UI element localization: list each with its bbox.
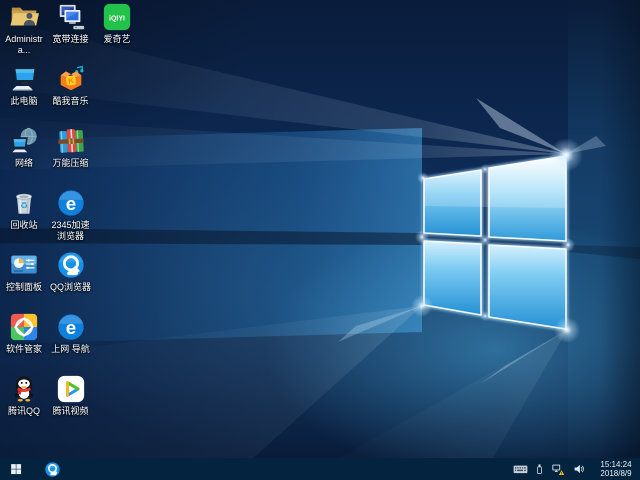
network-warning-icon bbox=[551, 463, 566, 476]
desktop-icon-kuwo-music[interactable]: K 酷我音乐 bbox=[48, 64, 94, 107]
volume-icon bbox=[573, 463, 586, 475]
desktop-icon-iqiyi[interactable]: iQIYI 爱奇艺 bbox=[94, 2, 140, 45]
icon-label: 万能压缩 bbox=[52, 158, 89, 168]
icon-label: 上网 导航 bbox=[51, 344, 90, 354]
blue-e-icon: e bbox=[56, 312, 86, 342]
compress-icon bbox=[56, 126, 86, 156]
software-manager-icon bbox=[9, 312, 39, 342]
desktop-icon-network[interactable]: 网络 bbox=[1, 126, 47, 169]
kuwo-k-text: K bbox=[67, 76, 74, 86]
desktop-icon-web-navigation[interactable]: e 上网 导航 bbox=[48, 312, 94, 355]
desktop-icon-administrator-folder[interactable]: Administra... bbox=[1, 2, 47, 55]
icon-label: 回收站 bbox=[10, 220, 38, 230]
icon-label: 软件管家 bbox=[5, 344, 42, 354]
icon-label: Administra... bbox=[5, 34, 43, 55]
start-button[interactable] bbox=[0, 458, 32, 480]
taskbar-pinned-qq-browser[interactable] bbox=[39, 458, 65, 480]
control-panel-icon bbox=[9, 250, 39, 280]
system-tray: 15:14:24 2018/8/9 bbox=[513, 458, 640, 480]
desktop-icon-broadband-connection[interactable]: 宽带连接 bbox=[48, 2, 94, 45]
tray-touch-keyboard[interactable] bbox=[513, 464, 528, 475]
browser-e-text: e bbox=[65, 317, 75, 338]
desktop-icon-2345-browser[interactable]: e 2345加速浏览器 bbox=[48, 188, 94, 241]
icon-label: 2345加速浏览器 bbox=[51, 220, 90, 241]
desktop-icon-control-panel[interactable]: 控制面板 bbox=[1, 250, 47, 293]
taskbar: 15:14:24 2018/8/9 bbox=[0, 458, 640, 480]
qq-penguin-icon bbox=[9, 374, 39, 404]
touch-keyboard-icon bbox=[513, 464, 528, 475]
tray-network-warning[interactable] bbox=[551, 463, 566, 476]
desktop-icon-this-pc[interactable]: 此电脑 bbox=[1, 64, 47, 107]
blue-e-icon: e bbox=[56, 188, 86, 218]
icon-label: 宽带连接 bbox=[52, 34, 89, 44]
tencent-video-icon bbox=[56, 374, 86, 404]
windows-logo-icon bbox=[11, 464, 22, 475]
desktop-icon-recycle-bin[interactable]: ♻ 回收站 bbox=[1, 188, 47, 231]
qq-browser-icon bbox=[56, 250, 86, 280]
this-pc-icon bbox=[9, 64, 39, 94]
desktop-icon-tencent-video[interactable]: 腾讯视频 bbox=[48, 374, 94, 417]
iqiyi-logo-text: iQIYI bbox=[109, 15, 125, 22]
tray-volume[interactable] bbox=[573, 463, 586, 475]
icon-label: 此电脑 bbox=[10, 96, 38, 106]
icon-label: 腾讯视频 bbox=[52, 406, 89, 416]
desktop-icon-wanneng-compress[interactable]: 万能压缩 bbox=[48, 126, 94, 169]
taskbar-clock[interactable]: 15:14:24 2018/8/9 bbox=[593, 460, 637, 479]
icon-label: 控制面板 bbox=[5, 282, 42, 292]
user-folder-icon bbox=[9, 2, 39, 32]
desktop-icon-software-manager[interactable]: 软件管家 bbox=[1, 312, 47, 355]
clock-date: 2018/8/9 bbox=[600, 469, 632, 478]
tray-icons bbox=[513, 463, 586, 476]
qq-browser-icon bbox=[44, 461, 61, 478]
taskbar-pinned bbox=[39, 458, 65, 480]
network-icon bbox=[9, 126, 39, 156]
icon-label: QQ浏览器 bbox=[49, 282, 91, 292]
iqiyi-icon: iQIYI bbox=[102, 2, 132, 32]
clock-time: 15:14:24 bbox=[600, 459, 632, 469]
icon-label: 爱奇艺 bbox=[103, 34, 131, 44]
desktop-icon-grid[interactable]: Administra... 宽带连接 iQIYI 爱奇艺此电脑 K 酷我音乐网络 万能压缩 ♻… bbox=[0, 0, 640, 458]
screen: Administra... 宽带连接 iQIYI 爱奇艺此电脑 K 酷我音乐网络 万能压缩 ♻… bbox=[0, 0, 640, 480]
recycle-bin-icon: ♻ bbox=[9, 188, 39, 218]
usb-device-icon bbox=[535, 463, 544, 476]
svg-text:♻: ♻ bbox=[20, 201, 28, 211]
icon-label: 网络 bbox=[14, 158, 33, 168]
icon-label: 酷我音乐 bbox=[52, 96, 89, 106]
kuwo-icon: K bbox=[56, 64, 86, 94]
broadband-icon bbox=[56, 2, 86, 32]
tray-usb-device[interactable] bbox=[535, 463, 544, 476]
browser-e-text: e bbox=[65, 193, 75, 214]
icon-label: 腾讯QQ bbox=[7, 406, 40, 416]
desktop-icon-tencent-qq[interactable]: 腾讯QQ bbox=[1, 374, 47, 417]
desktop-icon-qq-browser[interactable]: QQ浏览器 bbox=[48, 250, 94, 293]
